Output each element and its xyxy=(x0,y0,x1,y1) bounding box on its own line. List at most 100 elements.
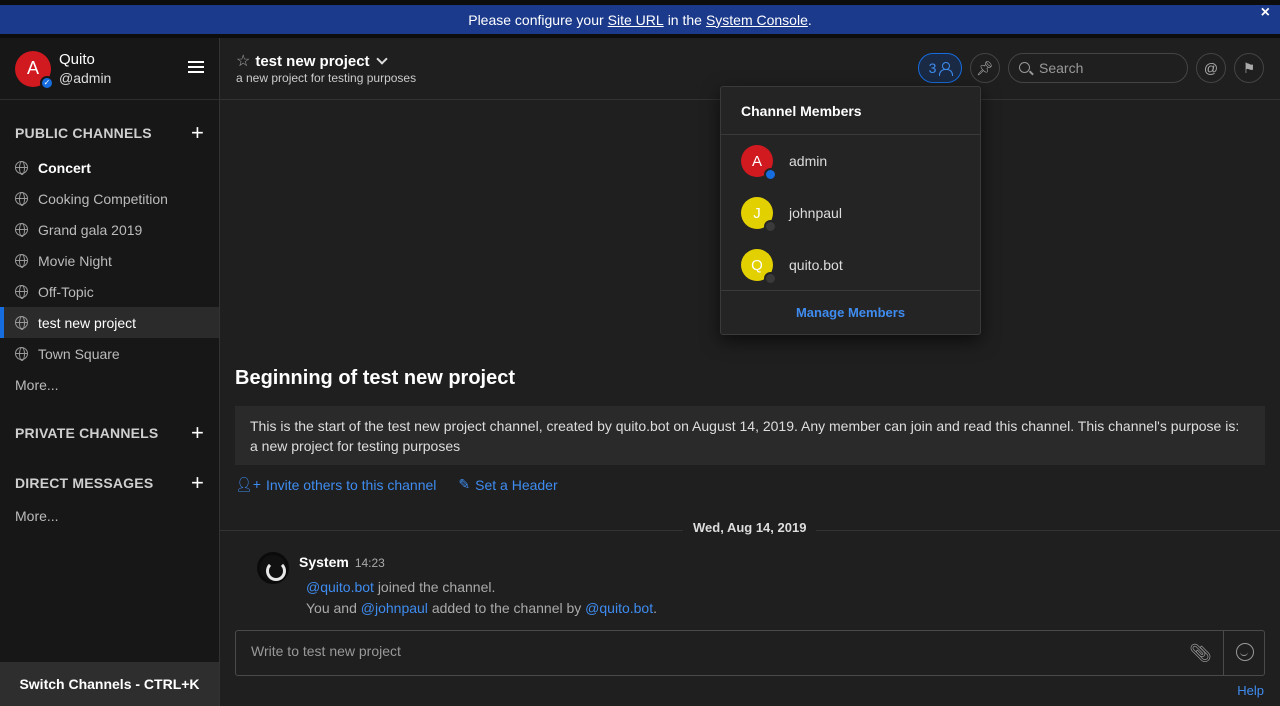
mentions-button[interactable]: @ xyxy=(1196,53,1226,83)
member-item-quito-bot[interactable]: Q quito.bot xyxy=(721,239,980,291)
channel-title[interactable]: ☆ test new project xyxy=(236,51,388,71)
more-public-channels-link[interactable]: More... xyxy=(0,369,219,400)
sidebar-item-town-square[interactable]: Town Square xyxy=(0,338,219,369)
site-url-link[interactable]: Site URL xyxy=(608,12,664,28)
flagged-posts-button[interactable]: ⚑ xyxy=(1234,53,1264,83)
avatar-letter: Q xyxy=(751,256,763,274)
set-header-label: Set a Header xyxy=(475,476,558,493)
public-channels-label: PUBLIC CHANNELS xyxy=(15,125,152,141)
member-item-johnpaul[interactable]: J johnpaul xyxy=(721,187,980,239)
sidebar-item-label: Concert xyxy=(38,159,91,176)
sidebar: A ✓ Quito @admin PUBLIC CHANNELS + Conce… xyxy=(0,38,220,706)
system-console-link[interactable]: System Console xyxy=(706,12,808,28)
globe-icon xyxy=(15,254,28,268)
avatar-letter: J xyxy=(753,204,761,222)
direct-messages-label: DIRECT MESSAGES xyxy=(15,475,154,491)
help-link[interactable]: Help xyxy=(1237,683,1264,698)
popover-title: Channel Members xyxy=(721,87,980,135)
direct-messages-header: DIRECT MESSAGES + xyxy=(0,468,219,498)
emoji-icon[interactable] xyxy=(1236,643,1254,661)
sidebar-item-concert[interactable]: Concert xyxy=(0,152,219,183)
sidebar-item-cooking-competition[interactable]: Cooking Competition xyxy=(0,183,219,214)
sidebar-item-movie-night[interactable]: Movie Night xyxy=(0,245,219,276)
avatar[interactable]: A ✓ xyxy=(15,50,54,90)
sidebar-item-label: test new project xyxy=(38,314,137,331)
announcement-bar: Please configure your Site URL in the Sy… xyxy=(0,5,1280,34)
globe-icon xyxy=(15,161,28,175)
message-header: System 14:23 xyxy=(299,554,385,570)
sidebar-item-test-new-project[interactable]: test new project xyxy=(0,307,219,338)
avatar-letter: A xyxy=(26,58,39,78)
team-name: Quito xyxy=(59,50,95,68)
channel-intro-title: Beginning of test new project xyxy=(235,367,516,389)
team-username: @admin xyxy=(59,69,112,86)
banner-text-prefix: Please configure your xyxy=(468,11,604,28)
message-composer: 📎︎ xyxy=(235,630,1265,676)
add-user-icon: 👤︎+ xyxy=(235,476,261,492)
sidebar-item-label: Grand gala 2019 xyxy=(38,221,143,238)
online-status-icon: ✓ xyxy=(40,75,54,90)
banner-text-middle: in the xyxy=(667,11,702,28)
search-placeholder: Search xyxy=(1039,60,1084,76)
avatar: Q xyxy=(741,249,777,285)
pinned-posts-button[interactable]: 📌︎ xyxy=(970,53,1000,83)
sidebar-item-label: Town Square xyxy=(38,345,120,362)
add-direct-message-icon[interactable]: + xyxy=(191,472,204,494)
date-separator: Wed, Aug 14, 2019 xyxy=(683,520,817,535)
attachment-icon[interactable]: 📎︎ xyxy=(1189,643,1212,664)
message-line-1: @quito.bot joined the channel. xyxy=(306,579,495,595)
channel-members-button[interactable]: 3 xyxy=(918,53,962,83)
sidebar-item-label: Cooking Competition xyxy=(38,190,168,207)
menu-icon[interactable] xyxy=(188,61,204,73)
channel-intro-actions: 👤︎+ Invite others to this channel ✎ Set a … xyxy=(235,476,558,493)
search-icon xyxy=(1019,62,1030,73)
member-icon xyxy=(939,61,954,76)
at-icon: @ xyxy=(1203,60,1219,76)
team-header[interactable]: A ✓ Quito @admin xyxy=(0,38,219,100)
avatar: A xyxy=(741,145,777,181)
status-icon xyxy=(764,272,777,285)
sidebar-item-label: Off-Topic xyxy=(38,283,94,300)
member-name: johnpaul xyxy=(789,205,842,221)
channel-intro-description: This is the start of the test new projec… xyxy=(235,406,1265,465)
set-header-link[interactable]: ✎ Set a Header xyxy=(458,476,557,493)
announcement-banner: Please configure your Site URL in the Sy… xyxy=(0,0,1280,38)
message-text: by xyxy=(566,600,582,616)
more-direct-messages-link[interactable]: More... xyxy=(0,500,219,531)
manage-members-button[interactable]: Manage Members xyxy=(721,290,980,334)
member-name: quito.bot xyxy=(789,257,843,273)
status-icon xyxy=(764,168,777,181)
member-name: admin xyxy=(789,153,828,169)
mention-link[interactable]: @quito.bot xyxy=(585,600,653,616)
private-channels-header: PRIVATE CHANNELS + xyxy=(0,418,219,448)
globe-icon xyxy=(15,285,28,299)
chevron-down-icon[interactable] xyxy=(375,53,388,65)
globe-icon xyxy=(15,192,28,206)
avatar-letter: A xyxy=(751,152,762,170)
channel-purpose: a new project for testing purposes xyxy=(236,71,417,85)
add-public-channel-icon[interactable]: + xyxy=(191,122,204,144)
message-text: joined the channel. xyxy=(377,579,496,595)
add-private-channel-icon[interactable]: + xyxy=(191,422,204,444)
sidebar-item-off-topic[interactable]: Off-Topic xyxy=(0,276,219,307)
system-avatar xyxy=(257,552,289,584)
invite-others-link[interactable]: 👤︎+ Invite others to this channel xyxy=(235,476,436,493)
message-text: You and xyxy=(306,600,357,616)
invite-others-label: Invite others to this channel xyxy=(265,476,437,493)
search-input[interactable]: Search xyxy=(1008,53,1188,83)
team-names: Quito @admin xyxy=(59,51,111,87)
banner-close-icon[interactable]: × xyxy=(1261,4,1270,22)
globe-icon xyxy=(15,316,28,330)
message-input[interactable] xyxy=(251,643,1151,659)
public-channel-list: Concert Cooking Competition Grand gala 2… xyxy=(0,152,219,400)
flag-icon: ⚑ xyxy=(1242,59,1256,76)
pencil-icon: ✎ xyxy=(458,476,471,492)
mention-link[interactable]: @quito.bot xyxy=(306,579,374,595)
switch-channels-button[interactable]: Switch Channels - CTRL+K xyxy=(0,662,219,706)
star-icon[interactable]: ☆ xyxy=(236,51,250,71)
message-author[interactable]: System xyxy=(299,554,349,570)
message-time[interactable]: 14:23 xyxy=(355,556,385,570)
mention-link[interactable]: @johnpaul xyxy=(361,600,428,616)
sidebar-item-grand-gala-2019[interactable]: Grand gala 2019 xyxy=(0,214,219,245)
member-item-admin[interactable]: A admin xyxy=(721,135,980,187)
